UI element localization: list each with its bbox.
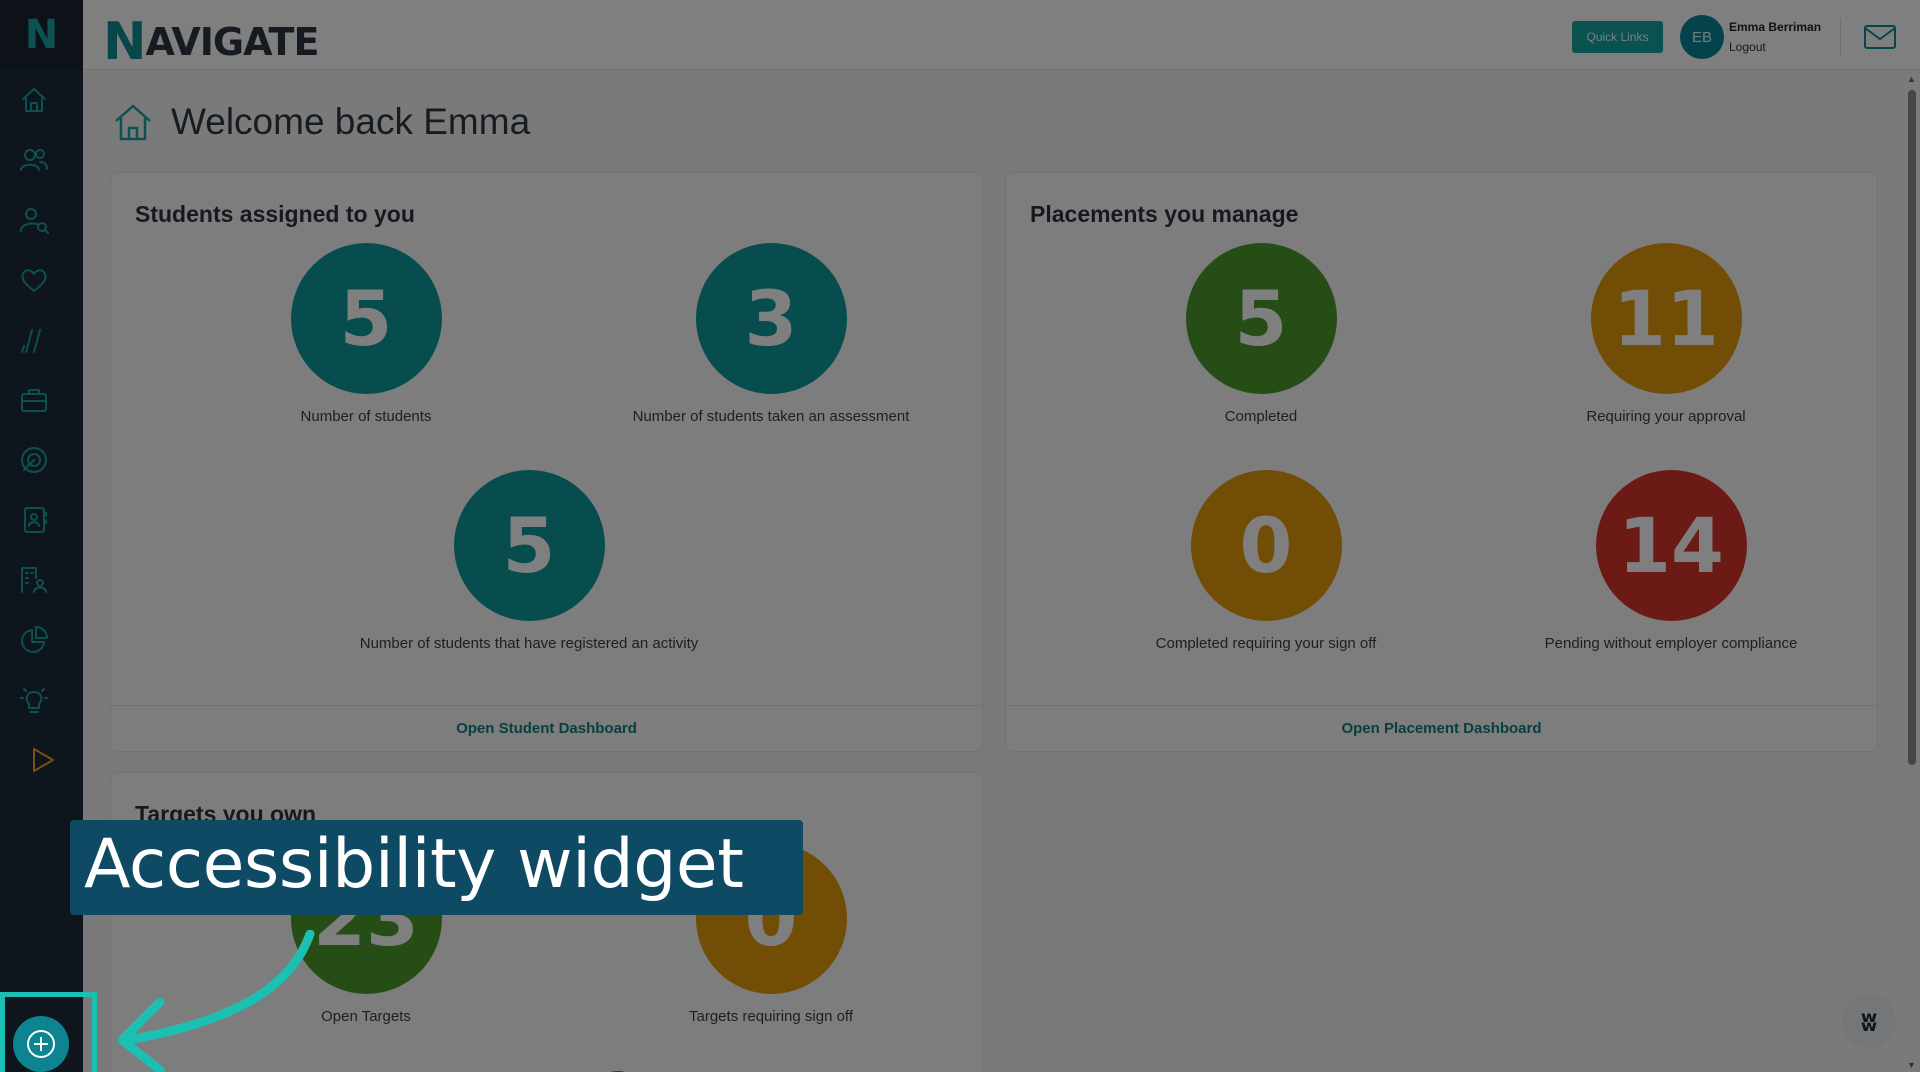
callout-text: Accessibility widget (84, 825, 744, 904)
accessibility-icon (27, 1030, 55, 1058)
tutorial-callout: Accessibility widget (70, 820, 803, 915)
accessibility-widget-button[interactable] (13, 1016, 69, 1072)
callout-arrow-icon (117, 930, 315, 1072)
